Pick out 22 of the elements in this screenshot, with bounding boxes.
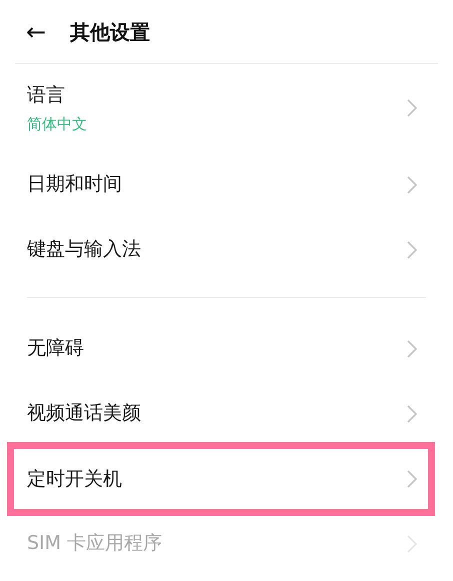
row-label: 定时开关机 xyxy=(27,466,122,492)
row-value: 简体中文 xyxy=(27,114,87,135)
page-title: 其他设置 xyxy=(70,18,150,46)
row-label: 视频通话美颜 xyxy=(27,401,141,426)
settings-row[interactable]: 日期和时间 xyxy=(7,152,435,217)
chevron-right-icon xyxy=(407,534,417,552)
row-label: 无障碍 xyxy=(27,336,84,362)
row-label: 日期和时间 xyxy=(27,172,122,198)
chevron-right-icon xyxy=(407,340,417,358)
row-label: SIM 卡应用程序 xyxy=(27,531,162,556)
settings-row[interactable]: 无障碍 xyxy=(7,316,435,381)
back-button[interactable]: ← xyxy=(24,20,48,44)
chevron-right-icon xyxy=(407,404,417,422)
settings-row[interactable]: 语言 简体中文 xyxy=(7,64,435,152)
row-label: 语言 xyxy=(27,82,66,108)
chevron-right-icon xyxy=(407,99,417,117)
chevron-right-icon xyxy=(407,470,417,488)
settings-row[interactable]: 定时开关机 xyxy=(7,442,435,516)
chevron-right-icon xyxy=(407,176,417,194)
chevron-right-icon xyxy=(407,240,417,258)
settings-row[interactable]: 键盘与输入法 xyxy=(7,217,435,282)
row-label: 键盘与输入法 xyxy=(27,237,141,262)
